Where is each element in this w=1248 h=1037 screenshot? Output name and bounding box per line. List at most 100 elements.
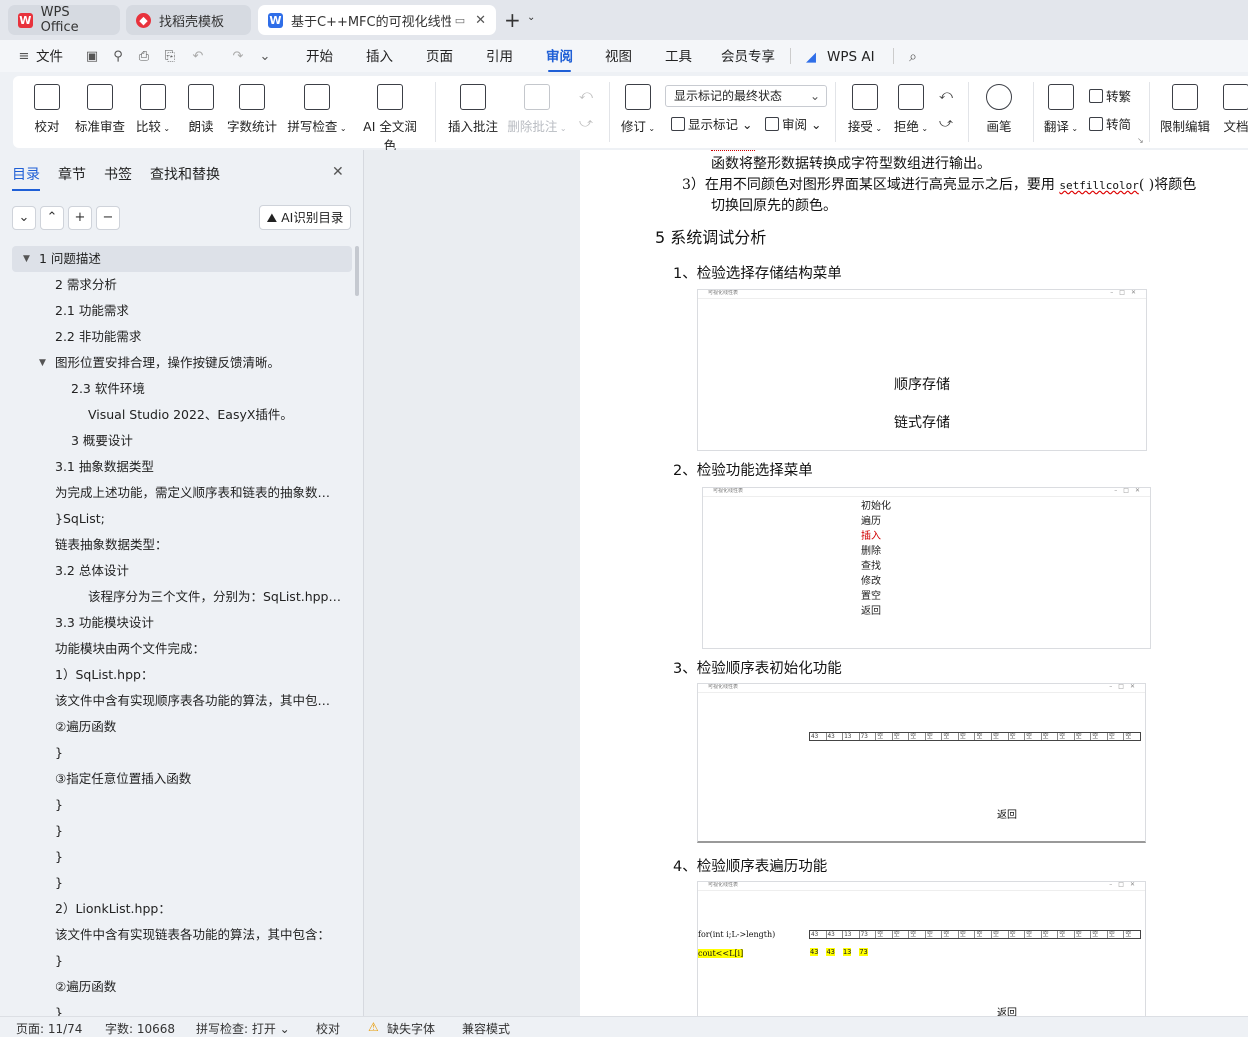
redo-icon[interactable]: ↷ xyxy=(230,49,246,65)
next-comment-icon[interactable]: ⤻ xyxy=(579,116,593,131)
to-simplified-button[interactable]: 转简 xyxy=(1089,116,1131,134)
toc-item[interactable]: 2）LionkList.hpp： xyxy=(12,896,352,922)
close-icon[interactable]: ✕ xyxy=(475,13,486,28)
toc-item[interactable]: 该文件中含有实现链表各功能的算法，其中包含： xyxy=(12,922,352,948)
proofread-button[interactable]: 校对 xyxy=(31,82,63,142)
toc-item[interactable]: Visual Studio 2022、EasyX插件。 xyxy=(12,402,352,428)
translate-button[interactable]: 翻译 ⌄ xyxy=(1041,82,1081,142)
toc-item[interactable]: ②遍历函数 xyxy=(12,974,352,1000)
toc-item[interactable]: 该文件中含有实现顺序表各功能的算法，其中包含： xyxy=(12,688,352,714)
menu-file[interactable]: 文件 xyxy=(36,46,63,68)
print-icon[interactable]: ⎙ xyxy=(136,49,152,65)
previous-change-icon[interactable]: ⤺ xyxy=(939,88,953,103)
menu-wps-ai[interactable]: WPS AI xyxy=(827,46,875,68)
expand-triangle-icon[interactable]: ▼ xyxy=(23,246,30,272)
tab-find-replace[interactable]: 查找和替换 xyxy=(150,164,220,184)
tab-current-document[interactable]: W 基于C++MFC的可视化线性表 ▭ ✕ xyxy=(258,5,496,35)
insert-comment-button[interactable]: 插入批注 xyxy=(447,82,499,142)
missing-font-status[interactable]: 缺失字体 xyxy=(387,1020,435,1037)
toc-item[interactable]: 3.2 总体设计 xyxy=(12,558,352,584)
pen-button[interactable]: 画笔 xyxy=(983,82,1015,142)
ai-polish-button[interactable]: AI 全文润色 xyxy=(357,82,423,153)
toc-item[interactable]: 3.1 抽象数据类型 xyxy=(12,454,352,480)
toc-item[interactable]: 1）SqList.hpp： xyxy=(12,662,352,688)
tab-docer-templates[interactable]: ◆ 找稻壳模板 xyxy=(126,5,251,35)
move-up-button[interactable]: ⌃ xyxy=(40,206,64,230)
toc-item-label: Visual Studio 2022、EasyX插件。 xyxy=(88,407,293,422)
toc-item[interactable]: } xyxy=(12,792,352,818)
tab-bookmarks[interactable]: 书签 xyxy=(104,164,132,184)
review-pane-button[interactable]: 审阅 ⌄ xyxy=(765,116,821,134)
toc-item[interactable]: ▼ 1 问题描述 xyxy=(12,246,352,272)
page-indicator[interactable]: 页面: 11/74 xyxy=(16,1020,82,1037)
menu-review[interactable]: 审阅 xyxy=(546,46,573,72)
toc-item[interactable]: 链表抽象数据类型： xyxy=(12,532,352,558)
toc-item[interactable]: 2.2 非功能需求 xyxy=(12,324,352,350)
print-preview-icon[interactable]: ⎘ xyxy=(162,49,178,65)
menu-home[interactable]: 开始 xyxy=(306,46,333,68)
toc-item[interactable]: ▼ 图形位置安排合理，操作按键反馈清晰。 xyxy=(12,350,352,376)
toc-item[interactable]: 功能模块由两个文件完成： xyxy=(12,636,352,662)
markup-state-dropdown[interactable]: 显示标记的最终状态 ⌄ xyxy=(665,85,827,107)
remove-heading-button[interactable]: − xyxy=(96,206,120,230)
to-traditional-button[interactable]: 转繁 xyxy=(1089,88,1131,106)
undo-icon[interactable]: ↶ xyxy=(190,49,206,65)
document-page[interactable]: 函数将整形数据转换成字符型数组进行输出。 3）在用不同颜色对图形界面某区域进行高… xyxy=(580,150,1248,1016)
save-icon[interactable]: ▣ xyxy=(84,49,100,65)
search-icon[interactable]: ⌕ xyxy=(905,49,921,65)
menu-insert[interactable]: 插入 xyxy=(366,46,393,68)
collapse-all-button[interactable]: ⌄ xyxy=(12,206,36,230)
expand-triangle-icon[interactable]: ▼ xyxy=(39,350,46,376)
restrict-edit-button[interactable]: 限制编辑 xyxy=(1159,82,1211,142)
toc-item[interactable]: 该程序分为三个文件，分别为：SqList.hpp、L ... xyxy=(12,584,352,610)
spell-check-button[interactable]: 拼写检查 ⌄ xyxy=(287,82,347,142)
menu-view[interactable]: 视图 xyxy=(605,46,632,68)
next-change-icon[interactable]: ⤻ xyxy=(939,116,953,131)
compare-button[interactable]: 比较 ⌄ xyxy=(133,82,173,142)
word-count-button[interactable]: 字数统计 xyxy=(227,82,277,142)
toc-item[interactable]: 3.3 功能模块设计 xyxy=(12,610,352,636)
tab-toc[interactable]: 目录 xyxy=(12,164,40,191)
toc-item[interactable]: 2 需求分析 xyxy=(12,272,352,298)
standard-review-button[interactable]: 标准审查 xyxy=(75,82,125,142)
ai-toc-button[interactable]: ⛰ AI识别目录 xyxy=(259,205,351,230)
new-tab-icon[interactable]: + xyxy=(504,8,521,32)
toc-item[interactable]: } xyxy=(12,870,352,896)
toc-item[interactable]: 2.1 功能需求 xyxy=(12,298,352,324)
show-markup-button[interactable]: 显示标记 ⌄ xyxy=(671,116,752,134)
add-heading-button[interactable]: + xyxy=(68,206,92,230)
tab-wps-office[interactable]: W WPS Office xyxy=(8,5,120,35)
menu-tools[interactable]: 工具 xyxy=(665,46,692,68)
menu-member[interactable]: 会员专享 xyxy=(721,46,775,68)
close-pane-icon[interactable]: ✕ xyxy=(332,164,344,180)
menu-page[interactable]: 页面 xyxy=(426,46,453,68)
read-aloud-button[interactable]: 朗读 xyxy=(185,82,217,142)
scrollbar[interactable] xyxy=(355,246,359,296)
track-changes-button[interactable]: 修订 ⌄ xyxy=(617,82,659,142)
toc-item[interactable]: ③指定任意位置插入函数 xyxy=(12,766,352,792)
toc-item[interactable]: 2.3 软件环境 xyxy=(12,376,352,402)
spell-check-status[interactable]: 拼写检查: 打开 ⌄ xyxy=(196,1020,290,1037)
chevron-down-icon[interactable]: ⌄ xyxy=(257,49,273,65)
accept-button[interactable]: 接受 ⌄ xyxy=(845,82,885,142)
share-icon[interactable]: ⚲ xyxy=(110,49,126,65)
menu-references[interactable]: 引用 xyxy=(486,46,513,68)
dialog-launcher-icon[interactable]: ↘ xyxy=(1137,136,1144,145)
toc-item[interactable]: } xyxy=(12,948,352,974)
toc-item[interactable]: ②遍历函数 xyxy=(12,714,352,740)
toc-item[interactable]: 3 概要设计 xyxy=(12,428,352,454)
reject-button[interactable]: 拒绝 ⌄ xyxy=(891,82,931,142)
previous-comment-icon[interactable]: ⤺ xyxy=(579,88,593,103)
hamburger-icon[interactable]: ≡ xyxy=(16,49,32,65)
document-protect-button[interactable]: 文档 xyxy=(1221,82,1248,142)
tab-sections[interactable]: 章节 xyxy=(58,164,86,184)
delete-comment-button[interactable]: 删除批注 ⌄ xyxy=(507,82,567,142)
chevron-down-icon[interactable]: ⌄ xyxy=(527,12,535,23)
toc-item[interactable]: } xyxy=(12,818,352,844)
toc-item[interactable]: }SqList; xyxy=(12,506,352,532)
proofread-status[interactable]: 校对 xyxy=(316,1020,340,1037)
toc-item[interactable]: } xyxy=(12,844,352,870)
word-count[interactable]: 字数: 10668 xyxy=(105,1020,175,1037)
toc-item[interactable]: 为完成上述功能，需定义顺序表和链表的抽象数据类 ... xyxy=(12,480,352,506)
toc-item[interactable]: } xyxy=(12,740,352,766)
